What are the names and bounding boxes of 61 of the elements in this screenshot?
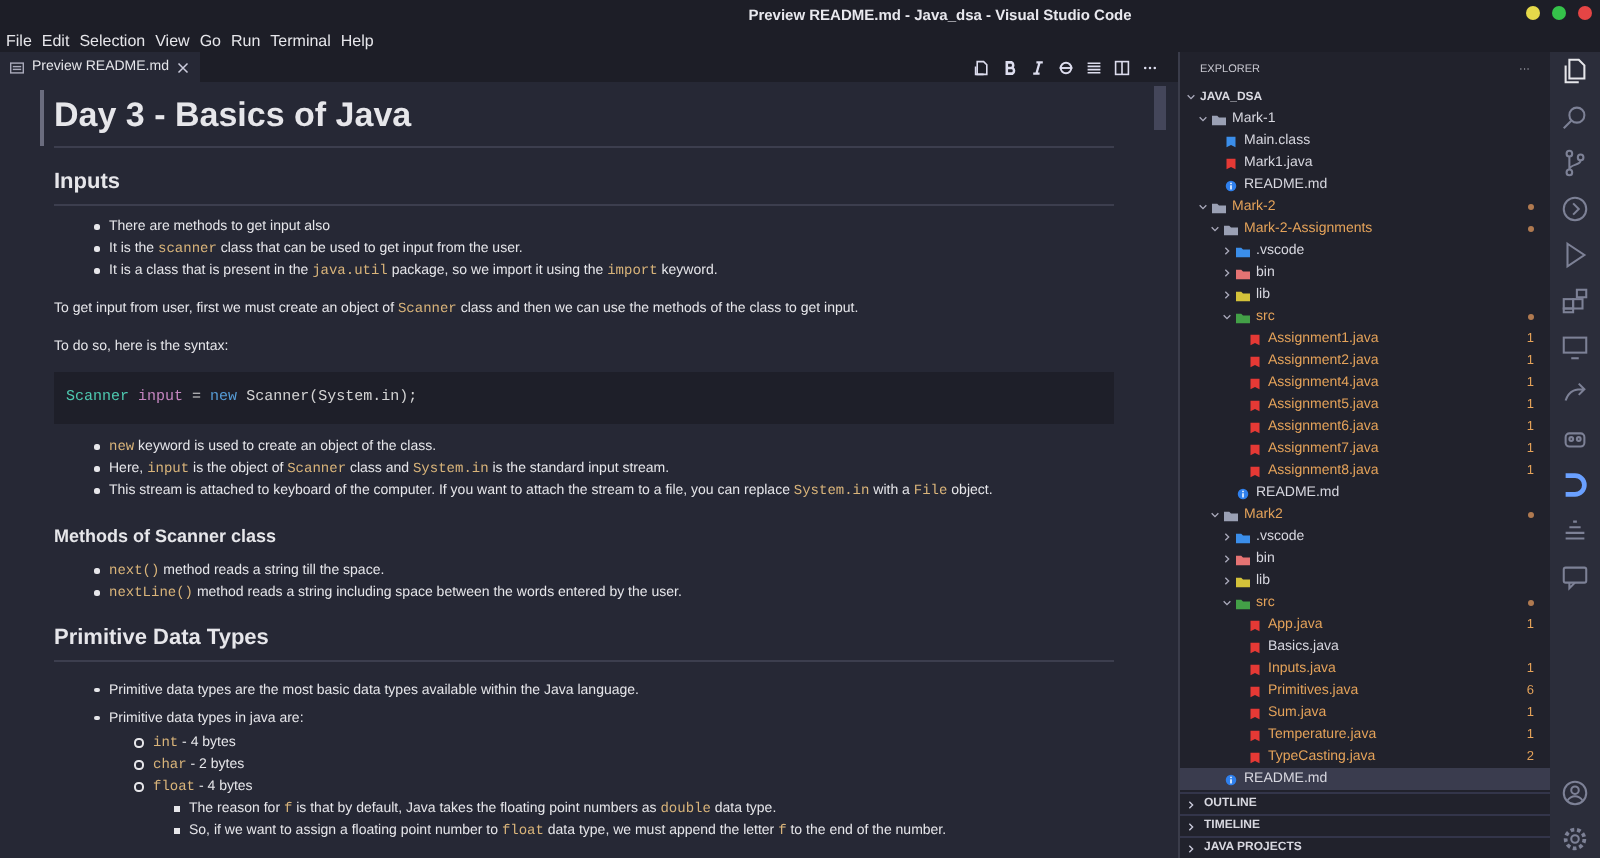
search-icon[interactable]: [1560, 102, 1590, 132]
bullet-icon: [134, 760, 143, 770]
settings-icon[interactable]: [1560, 824, 1590, 854]
preview-icon: [10, 61, 24, 73]
bullet-icon: [94, 246, 99, 252]
list-icon[interactable]: [1086, 59, 1102, 75]
info-icon: [1224, 773, 1238, 785]
run-icon[interactable]: [1560, 240, 1590, 270]
scrollbar-thumb[interactable]: [1154, 86, 1166, 130]
bullet-icon: [94, 488, 99, 494]
close-button[interactable]: [1578, 6, 1592, 20]
italic-icon[interactable]: [1030, 59, 1046, 75]
menu-item[interactable]: File: [6, 31, 32, 49]
open-preview-icon[interactable]: [974, 59, 990, 75]
close-icon[interactable]: [176, 61, 191, 73]
circle-play-icon[interactable]: [1560, 194, 1590, 224]
strikethrough-icon[interactable]: [1058, 59, 1074, 75]
info-icon: [1236, 487, 1250, 499]
bullet-icon: [134, 738, 143, 748]
bullet-icon: [94, 687, 99, 693]
bullet-icon: [134, 782, 143, 792]
heading: Methods of Scanner class: [54, 526, 279, 546]
bullet-icon: [174, 806, 179, 812]
modified-dot-icon: [1527, 511, 1534, 519]
bullet-icon: [94, 715, 99, 721]
menu-item[interactable]: Edit: [41, 31, 70, 49]
modified-dot-icon: [1527, 225, 1534, 233]
maximize-button[interactable]: [1552, 6, 1566, 20]
files-icon[interactable]: [1560, 56, 1590, 86]
heading: Primitive Data Types: [54, 626, 1114, 662]
modified-dot-icon: [1527, 599, 1534, 607]
bold-icon[interactable]: [1002, 59, 1018, 75]
extensions-icon[interactable]: [1560, 286, 1590, 316]
menu-item[interactable]: Go: [199, 31, 221, 49]
d-logo-icon[interactable]: [1560, 470, 1590, 500]
branch-icon[interactable]: [1560, 148, 1590, 178]
monitor-icon[interactable]: [1560, 332, 1590, 362]
folder-icon: [1212, 113, 1226, 125]
menu-item[interactable]: Terminal: [270, 31, 331, 49]
split-editor-icon[interactable]: [1114, 59, 1130, 75]
scroll-sync-marker: [40, 90, 43, 146]
modified-dot-icon: [1527, 313, 1534, 321]
bullet-icon: [94, 268, 99, 274]
modified-dot-icon: [1527, 203, 1534, 211]
menu-item[interactable]: Help: [340, 31, 374, 49]
bullet-icon: [174, 828, 179, 834]
bullet-icon: [94, 568, 99, 574]
heading: Day 3 - Basics of Java: [54, 94, 414, 138]
heading: Inputs: [54, 170, 1114, 206]
bullet-icon: [94, 224, 99, 230]
account-icon[interactable]: [1560, 778, 1590, 808]
minimize-button[interactable]: [1526, 6, 1540, 20]
menu-item[interactable]: Selection: [79, 31, 146, 49]
chat-icon[interactable]: [1560, 562, 1590, 592]
bullet-icon: [94, 466, 99, 472]
stack-icon[interactable]: [1560, 516, 1590, 546]
menu-item[interactable]: View: [155, 31, 190, 49]
bullet-icon: [94, 590, 99, 596]
menu-item[interactable]: Run: [230, 31, 261, 49]
info-icon: [1224, 179, 1238, 191]
bullet-icon: [94, 444, 99, 450]
